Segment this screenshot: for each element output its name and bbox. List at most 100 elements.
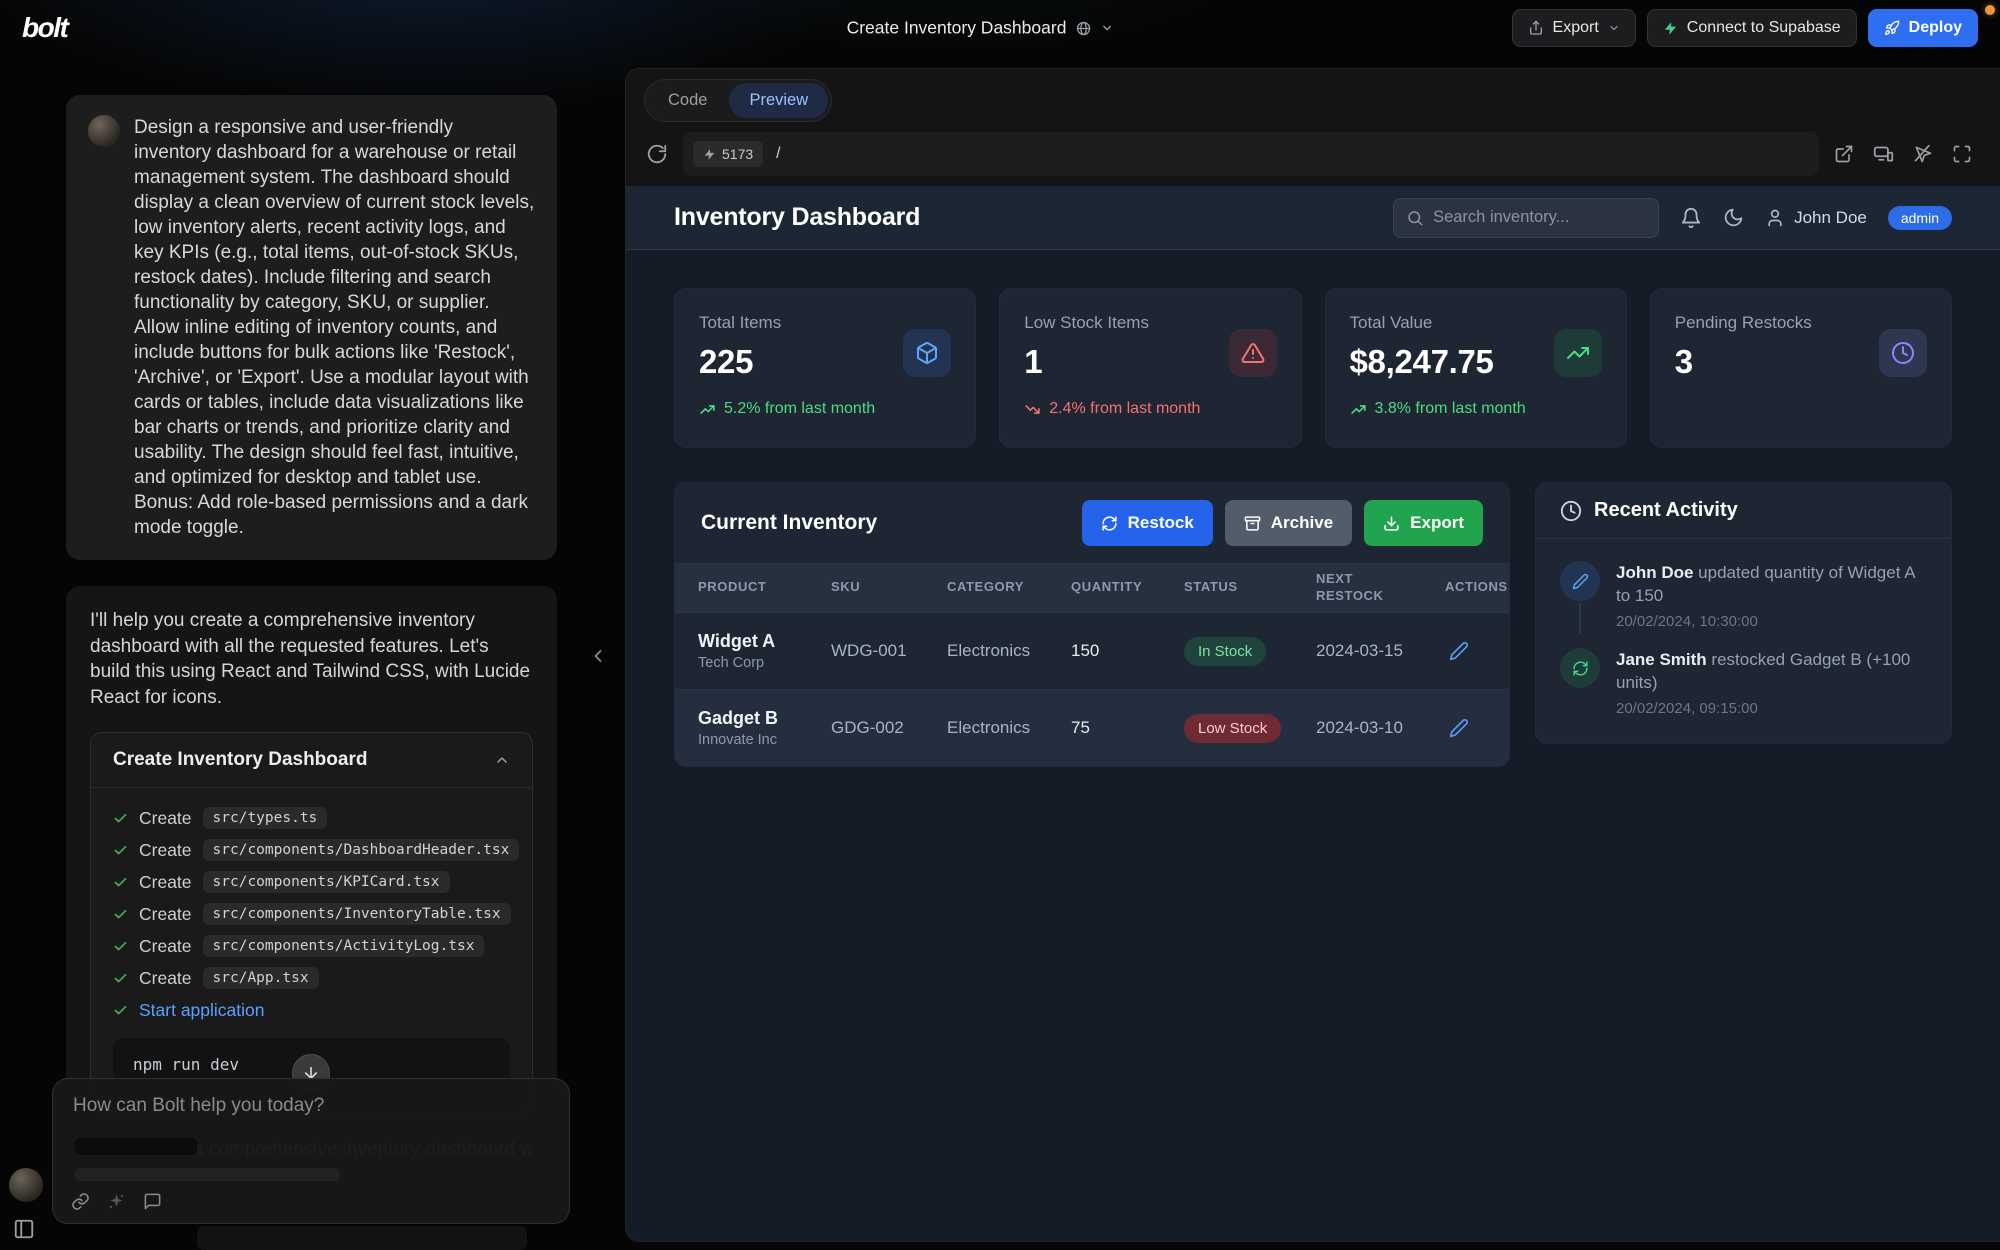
check-icon bbox=[113, 907, 128, 922]
trending-up-icon bbox=[1554, 329, 1602, 377]
kpi-trend-text: 2.4% from last month bbox=[1049, 400, 1200, 418]
devices-icon[interactable] bbox=[1873, 144, 1894, 165]
restock-label: Restock bbox=[1128, 513, 1194, 533]
sidebar-toggle-icon[interactable] bbox=[13, 1218, 35, 1240]
dashboard-content: Current Inventory Restock bbox=[626, 448, 2000, 767]
chevron-down-icon bbox=[1100, 22, 1113, 35]
project-title-group[interactable]: Create Inventory Dashboard bbox=[847, 18, 1114, 39]
assistant-intro-text: I'll help you create a comprehensive inv… bbox=[90, 608, 533, 710]
table-row[interactable]: Widget A Tech Corp WDG-001 Electronics 1… bbox=[675, 612, 1509, 689]
inventory-search[interactable] bbox=[1393, 198, 1659, 238]
export-button[interactable]: Export bbox=[1512, 9, 1636, 47]
chevron-up-icon[interactable] bbox=[494, 752, 510, 768]
kpi-trend: 5.2% from last month bbox=[699, 400, 951, 418]
tab-preview[interactable]: Preview bbox=[729, 83, 828, 118]
chat-bubble-icon[interactable] bbox=[143, 1192, 162, 1211]
open-external-icon[interactable] bbox=[1834, 144, 1854, 164]
reload-icon[interactable] bbox=[646, 143, 668, 165]
inventory-title: Current Inventory bbox=[701, 511, 877, 535]
kpi-card-low-stock: Low Stock Items 1 2.4% from last month bbox=[999, 288, 1301, 448]
archive-icon bbox=[1244, 515, 1261, 532]
dashboard-title: Inventory Dashboard bbox=[674, 203, 920, 232]
sku-cell: WDG-001 bbox=[831, 641, 947, 661]
step-action: Create bbox=[139, 936, 192, 957]
column-header: SKU bbox=[831, 579, 947, 596]
step-file[interactable]: src/App.tsx bbox=[203, 967, 319, 989]
artifact-title: Create Inventory Dashboard bbox=[113, 749, 367, 771]
preview-controls bbox=[1834, 144, 1972, 165]
inspect-toggle-icon[interactable] bbox=[1913, 144, 1933, 164]
port-number: 5173 bbox=[722, 146, 753, 162]
step-file[interactable]: src/components/KPICard.tsx bbox=[203, 871, 450, 893]
step-file[interactable]: src/components/DashboardHeader.tsx bbox=[203, 839, 520, 861]
user-message-avatar bbox=[88, 115, 120, 147]
column-header: QUANTITY bbox=[1071, 579, 1184, 596]
chat-panel: Design a responsive and user-friendly in… bbox=[50, 56, 571, 1250]
start-application-step: Start application bbox=[113, 994, 510, 1026]
sparkles-icon[interactable] bbox=[107, 1192, 126, 1211]
activity-item: John Doe updated quantity of Widget A to… bbox=[1560, 561, 1927, 630]
user-message: Design a responsive and user-friendly in… bbox=[66, 95, 557, 560]
link-icon[interactable] bbox=[71, 1192, 90, 1211]
table-row[interactable]: Gadget B Innovate Inc GDG-002 Electronic… bbox=[675, 689, 1509, 766]
fullscreen-icon[interactable] bbox=[1952, 144, 1972, 164]
export-inventory-button[interactable]: Export bbox=[1364, 500, 1483, 546]
quantity-cell[interactable]: 75 bbox=[1071, 718, 1184, 738]
user-avatar[interactable] bbox=[9, 1168, 43, 1202]
user-menu[interactable]: John Doe bbox=[1765, 208, 1867, 228]
alert-triangle-icon bbox=[1229, 329, 1277, 377]
trend-up-icon bbox=[699, 401, 716, 418]
column-header: NEXT RESTOCK bbox=[1316, 571, 1394, 605]
kpi-card-total-value: Total Value $8,247.75 3.8% from last mon… bbox=[1325, 288, 1627, 448]
artifact-header[interactable]: Create Inventory Dashboard bbox=[91, 733, 532, 788]
category-cell: Electronics bbox=[947, 718, 1071, 738]
tab-code[interactable]: Code bbox=[648, 83, 727, 118]
bolt-logo[interactable]: bolt bbox=[22, 12, 67, 44]
user-icon bbox=[1765, 208, 1785, 228]
kpi-trend-text: 5.2% from last month bbox=[724, 400, 875, 418]
archive-button[interactable]: Archive bbox=[1225, 500, 1352, 546]
deploy-button[interactable]: Deploy bbox=[1868, 9, 1978, 47]
port-badge[interactable]: 5173 bbox=[693, 141, 763, 167]
chat-input-actions bbox=[71, 1192, 162, 1211]
kpi-card-pending-restocks: Pending Restocks 3 bbox=[1650, 288, 1952, 448]
step-action: Create bbox=[139, 968, 192, 989]
product-supplier: Innovate Inc bbox=[698, 732, 831, 748]
category-cell: Electronics bbox=[947, 641, 1071, 661]
artifact-step: Create src/types.ts bbox=[113, 802, 510, 834]
check-icon bbox=[113, 1003, 128, 1018]
start-application-link[interactable]: Start application bbox=[139, 1000, 265, 1021]
archive-label: Archive bbox=[1271, 513, 1333, 533]
activity-time: 20/02/2024, 10:30:00 bbox=[1616, 613, 1927, 630]
chat-input[interactable] bbox=[73, 1095, 549, 1125]
kpi-row: Total Items 225 5.2% from last month bbox=[626, 250, 2000, 448]
step-file[interactable]: src/types.ts bbox=[203, 807, 328, 829]
step-action: Create bbox=[139, 808, 192, 829]
step-file[interactable]: src/components/ActivityLog.tsx bbox=[203, 935, 485, 957]
edit-row-button[interactable] bbox=[1445, 637, 1499, 665]
url-path: / bbox=[776, 145, 780, 163]
chat-input-box[interactable] bbox=[52, 1078, 570, 1224]
dashboard-header: Inventory Dashboard bbox=[626, 186, 2000, 250]
step-file[interactable]: src/components/InventoryTable.tsx bbox=[203, 903, 511, 925]
address-bar[interactable]: 5173 / bbox=[683, 132, 1819, 176]
edit-row-button[interactable] bbox=[1445, 714, 1499, 742]
app-preview: Inventory Dashboard bbox=[626, 186, 2000, 1241]
dark-mode-toggle-icon[interactable] bbox=[1723, 207, 1744, 228]
collapse-chat-icon[interactable] bbox=[588, 646, 608, 666]
trend-up-icon bbox=[1350, 401, 1367, 418]
product-supplier: Tech Corp bbox=[698, 655, 831, 671]
column-header: PRODUCT bbox=[698, 579, 831, 596]
restock-button[interactable]: Restock bbox=[1082, 500, 1213, 546]
kpi-trend: 2.4% from last month bbox=[1024, 400, 1276, 418]
search-input[interactable] bbox=[1433, 208, 1646, 227]
connect-supabase-label: Connect to Supabase bbox=[1687, 19, 1841, 37]
column-header: ACTIONS bbox=[1445, 579, 1508, 596]
connect-supabase-button[interactable]: Connect to Supabase bbox=[1647, 9, 1857, 47]
kpi-card-total-items: Total Items 225 5.2% from last month bbox=[674, 288, 976, 448]
quantity-cell[interactable]: 150 bbox=[1071, 641, 1184, 661]
panel-gutter bbox=[571, 56, 625, 1250]
deploy-label: Deploy bbox=[1909, 19, 1962, 37]
bell-icon[interactable] bbox=[1680, 207, 1702, 229]
restock-activity-icon bbox=[1560, 648, 1600, 688]
